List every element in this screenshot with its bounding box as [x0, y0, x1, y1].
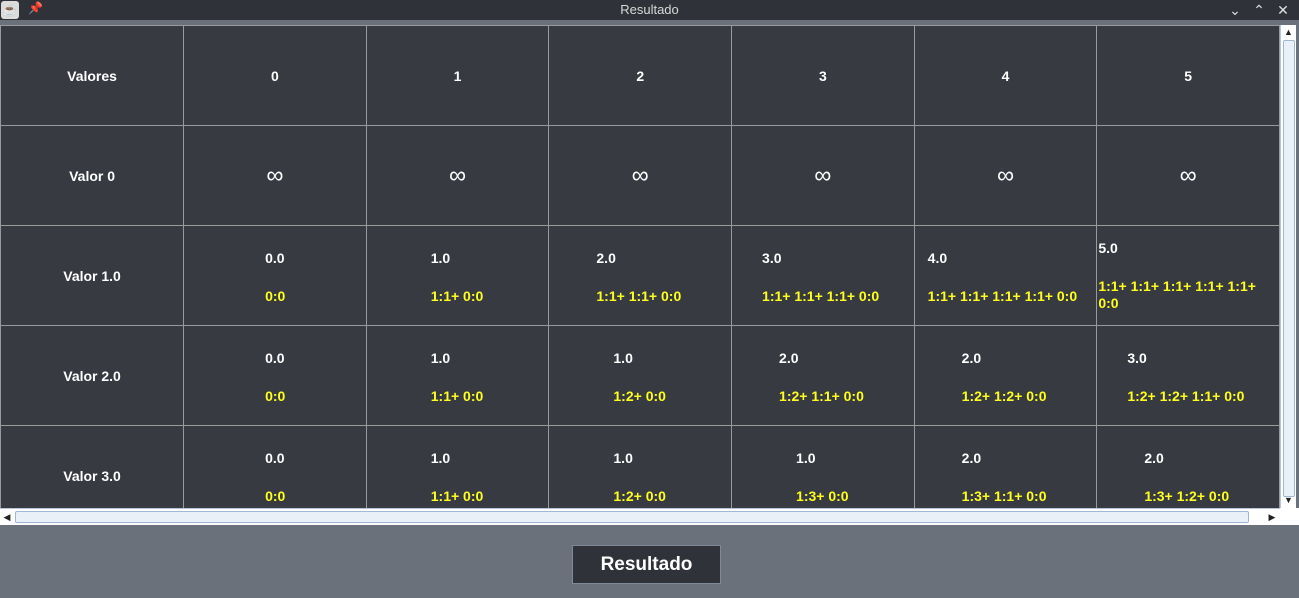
- table-cell: 2.0 1:1+ 1:1+ 0:0: [548, 225, 733, 326]
- cell-expression: 1:1+ 1:1+ 1:1+ 1:1+ 1:1+ 0:0: [1098, 278, 1256, 311]
- table-cell: 1.0 1:1+ 0:0: [365, 425, 550, 508]
- infinity-cell: ∞: [548, 125, 733, 226]
- table-cell: 2.0 1:2+ 1:1+ 0:0: [731, 325, 915, 426]
- cell-expression: 1:1+ 1:1+ 1:1+ 0:0: [762, 288, 880, 304]
- table-cell: 4.0 1:1+ 1:1+ 1:1+ 1:1+ 0:0: [913, 225, 1098, 326]
- table-row: Valor 3.0 0.0 0:0 1.0 1:1+ 0:0 1.0 1:2+ …: [0, 425, 1280, 508]
- cell-value: 5.0: [1098, 240, 1118, 256]
- vertical-scrollbar[interactable]: ▲ ▼: [1280, 25, 1296, 508]
- table-cell: 0.0 0:0: [183, 225, 367, 326]
- cell-value: 1.0: [613, 450, 633, 466]
- horizontal-scroll-thumb[interactable]: [15, 511, 1249, 523]
- cell-value: 2.0: [596, 250, 616, 266]
- cell-value: 2.0: [1144, 450, 1164, 466]
- cell-value: 0.0: [265, 250, 285, 266]
- table-cell: 5.0 1:1+ 1:1+ 1:1+ 1:1+ 1:1+ 0:0: [1096, 225, 1280, 326]
- cell-value: 1.0: [430, 350, 451, 366]
- table-row: Valor 1.0 0.0 0:0 1.0 1:1+ 0:0 2.0 1:1+ …: [0, 225, 1280, 326]
- cell-expression: 0:0: [265, 388, 286, 404]
- column-header: 1: [365, 25, 550, 126]
- cell-expression: 1:2+ 1:2+ 0:0: [961, 388, 1047, 404]
- minimize-button[interactable]: ⌄: [1225, 0, 1245, 20]
- resultado-button[interactable]: Resultado: [572, 545, 721, 584]
- row-label: Valor 2.0: [0, 325, 185, 426]
- table-row: Valor 2.0 0.0 0:0 1.0 1:1+ 0:0 1.0 1:2+ …: [0, 325, 1280, 426]
- window-title: Resultado: [620, 2, 679, 17]
- cell-expression: 1:2+ 0:0: [613, 488, 666, 504]
- close-button[interactable]: ✕: [1273, 0, 1293, 20]
- cell-value: 1.0: [430, 450, 451, 466]
- column-header: 3: [731, 25, 915, 126]
- row-label: Valor 1.0: [0, 225, 185, 326]
- table-row: Valor 0 ∞ ∞ ∞ ∞ ∞ ∞: [0, 125, 1280, 226]
- table-cell: 1.0 1:1+ 0:0: [365, 325, 550, 426]
- scroll-right-icon[interactable]: ▶: [1265, 509, 1279, 525]
- cell-value: 0.0: [265, 350, 285, 366]
- cell-expression: 1:1+ 0:0: [430, 288, 484, 304]
- cell-expression: 1:2+ 0:0: [613, 388, 666, 404]
- cell-value: 2.0: [961, 350, 982, 366]
- infinity-cell: ∞: [913, 125, 1098, 226]
- header-row: Valores 0 1 2 3 4 5: [0, 25, 1280, 126]
- column-header: 5: [1096, 25, 1280, 126]
- cell-value: 1.0: [613, 350, 633, 366]
- table-cell: 1.0 1:2+ 0:0: [548, 425, 733, 508]
- corner-header: Valores: [0, 25, 185, 126]
- cell-expression: 1:1+ 0:0: [430, 488, 484, 504]
- cell-expression: 1:1+ 0:0: [430, 388, 484, 404]
- table-cell: 0.0 0:0: [183, 325, 367, 426]
- cell-expression: 1:3+ 1:2+ 0:0: [1144, 488, 1230, 504]
- result-table: Valores 0 1 2 3 4 5 Valor 0 ∞ ∞ ∞ ∞ ∞ ∞ …: [0, 25, 1280, 508]
- cell-value: 2.0: [961, 450, 982, 466]
- table-cell: 2.0 1:3+ 1:1+ 0:0: [913, 425, 1098, 508]
- column-header: 0: [183, 25, 367, 126]
- infinity-cell: ∞: [183, 125, 367, 226]
- cell-expression: 0:0: [265, 288, 286, 304]
- table-cell: 3.0 1:2+ 1:2+ 1:1+ 0:0: [1096, 325, 1280, 426]
- cell-expression: 1:3+ 1:1+ 0:0: [961, 488, 1047, 504]
- cell-value: 4.0: [927, 250, 948, 266]
- row-label: Valor 3.0: [0, 425, 185, 508]
- scroll-left-icon[interactable]: ◀: [0, 509, 14, 525]
- cell-value: 0.0: [265, 450, 285, 466]
- cell-expression: 1:3+ 0:0: [796, 488, 849, 504]
- table-cell: 3.0 1:1+ 1:1+ 1:1+ 0:0: [731, 225, 915, 326]
- cell-expression: 1:2+ 1:2+ 1:1+ 0:0: [1127, 388, 1245, 404]
- maximize-button[interactable]: ⌃: [1249, 0, 1269, 20]
- column-header: 4: [913, 25, 1098, 126]
- result-table-viewport: Valores 0 1 2 3 4 5 Valor 0 ∞ ∞ ∞ ∞ ∞ ∞ …: [0, 25, 1280, 508]
- cell-expression: 1:1+ 1:1+ 1:1+ 1:1+ 0:0: [927, 288, 1078, 304]
- cell-expression: 1:1+ 1:1+ 0:0: [596, 288, 682, 304]
- table-cell: 2.0 1:3+ 1:2+ 0:0: [1096, 425, 1280, 508]
- table-cell: 1.0 1:2+ 0:0: [548, 325, 733, 426]
- cell-value: 3.0: [1127, 350, 1147, 366]
- horizontal-scrollbar[interactable]: ◀ ▶: [0, 508, 1280, 525]
- table-cell: 1.0 1:3+ 0:0: [731, 425, 915, 508]
- infinity-cell: ∞: [731, 125, 915, 226]
- table-cell: 1.0 1:1+ 0:0: [365, 225, 550, 326]
- table-cell: 0.0 0:0: [183, 425, 367, 508]
- infinity-cell: ∞: [1096, 125, 1280, 226]
- scroll-down-icon[interactable]: ▼: [1281, 493, 1296, 507]
- column-header: 2: [548, 25, 733, 126]
- table-cell: 2.0 1:2+ 1:2+ 0:0: [913, 325, 1098, 426]
- cell-value: 3.0: [762, 250, 782, 266]
- vertical-scroll-thumb[interactable]: [1283, 40, 1295, 497]
- scroll-up-icon[interactable]: ▲: [1281, 25, 1296, 39]
- cell-value: 1.0: [796, 450, 816, 466]
- row-label: Valor 0: [0, 125, 185, 226]
- infinity-cell: ∞: [365, 125, 550, 226]
- window-titlebar: ☕ 📌 Resultado ⌄ ⌃ ✕: [0, 0, 1299, 20]
- cell-value: 2.0: [779, 350, 799, 366]
- cell-expression: 0:0: [265, 488, 286, 504]
- scrollbar-corner: [1280, 508, 1299, 525]
- cell-expression: 1:2+ 1:1+ 0:0: [779, 388, 864, 404]
- cell-value: 1.0: [430, 250, 451, 266]
